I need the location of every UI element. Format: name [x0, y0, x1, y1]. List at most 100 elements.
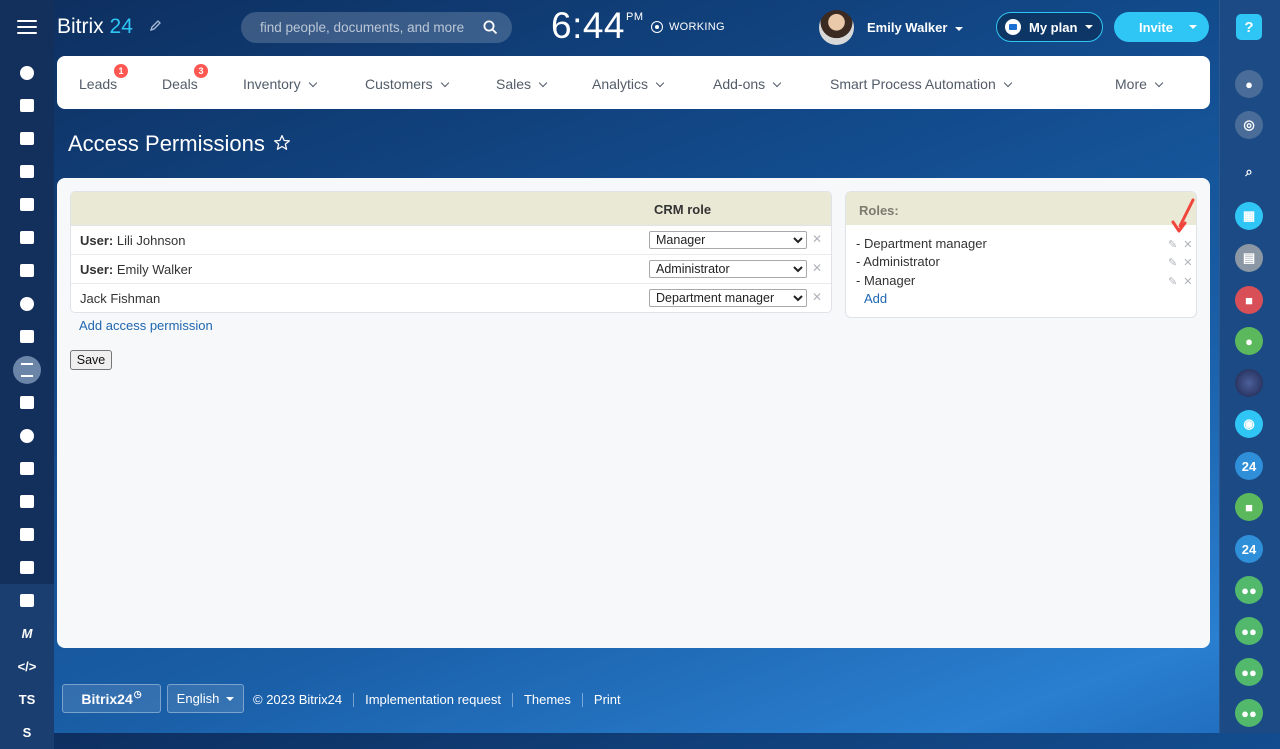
- search-icon[interactable]: [483, 20, 498, 35]
- calendar-icon[interactable]: ▦: [1235, 202, 1263, 230]
- calendar-icon: [20, 165, 34, 178]
- avatar[interactable]: [819, 10, 854, 45]
- sidebar-item-crm[interactable]: [0, 353, 54, 386]
- sidebar-item-bot[interactable]: [0, 551, 54, 584]
- tab-customers[interactable]: Customers: [365, 76, 449, 92]
- add-access-permission-link[interactable]: Add access permission: [79, 318, 213, 333]
- sidebar-item-drive[interactable]: [0, 221, 54, 254]
- implementation-request-link[interactable]: Implementation request: [365, 692, 501, 707]
- search-icon[interactable]: ⌕: [1235, 158, 1263, 186]
- tab-add-ons[interactable]: Add-ons: [713, 76, 782, 92]
- table-header: CRM role: [71, 192, 831, 226]
- tab-inventory[interactable]: Inventory: [243, 76, 317, 92]
- column-header-crm-role: CRM role: [654, 202, 712, 217]
- sidebar-item-groups[interactable]: [0, 287, 54, 320]
- bitrix24-chat[interactable]: 24: [1235, 452, 1263, 480]
- permissions-table: CRM role User: Lili Johnson Manager ✕ Us…: [70, 191, 832, 313]
- bell-icon[interactable]: ●: [1235, 70, 1263, 98]
- delete-icon[interactable]: ✕: [1183, 256, 1192, 269]
- lock-green-icon[interactable]: ■: [1235, 493, 1263, 521]
- work-status[interactable]: WORKING: [651, 21, 725, 33]
- language-label: English: [176, 691, 220, 706]
- tab-leads[interactable]: Leads 1: [79, 64, 128, 92]
- search-box[interactable]: [241, 12, 512, 43]
- crm-top-nav: Leads 1 Deals 3 Inventory Customers Sales …: [57, 56, 1210, 109]
- delete-icon[interactable]: ✕: [1183, 238, 1192, 251]
- bitrix24-chat-2[interactable]: 24: [1235, 535, 1263, 563]
- sidebar-item-mail[interactable]: [0, 254, 54, 287]
- delete-icon[interactable]: ✕: [812, 290, 822, 304]
- user-menu[interactable]: Emily Walker: [867, 20, 964, 35]
- copyright-text: © 2023 Bitrix24: [253, 692, 343, 707]
- counter-badge: 3: [194, 64, 208, 78]
- tab-smart-process-automation[interactable]: Smart Process Automation: [830, 76, 1012, 92]
- document-icon: [20, 198, 34, 211]
- tab-analytics[interactable]: Analytics: [592, 76, 665, 92]
- tab-deals[interactable]: Deals 3: [162, 64, 208, 92]
- role-select[interactable]: Administrator: [649, 260, 807, 278]
- drive-icon: [20, 231, 34, 244]
- invite-button[interactable]: Invite: [1114, 12, 1209, 42]
- roles-header: Roles:: [846, 192, 1196, 225]
- sidebar-item-sign[interactable]: [0, 485, 54, 518]
- group-avatar-icon[interactable]: [1235, 369, 1263, 397]
- sidebar-item-calendar[interactable]: [0, 155, 54, 188]
- chevron-down-icon[interactable]: [1189, 25, 1197, 29]
- permission-subject: Jack Fishman: [80, 291, 160, 306]
- messenger-icon[interactable]: ◎: [1235, 111, 1263, 139]
- search-input[interactable]: [258, 19, 477, 36]
- pencil-icon[interactable]: ✎: [1168, 238, 1177, 251]
- help-button[interactable]: ?: [1236, 14, 1262, 40]
- sidebar-item-contacts[interactable]: [0, 518, 54, 551]
- user-icon[interactable]: ●: [1235, 327, 1263, 355]
- themes-link[interactable]: Themes: [524, 692, 571, 707]
- sidebar-item-feed[interactable]: [0, 56, 54, 89]
- pencil-icon[interactable]: ✎: [1168, 275, 1177, 288]
- role-actions: ✎ ✕: [1168, 238, 1192, 251]
- permission-subject: User: Lili Johnson: [80, 233, 186, 248]
- role-item: - Manager: [856, 273, 916, 288]
- logo[interactable]: Bitrix 24: [57, 15, 133, 39]
- menu-icon[interactable]: [17, 20, 37, 36]
- role-select[interactable]: Manager: [649, 231, 807, 249]
- chat-icon: [20, 132, 34, 145]
- sidebar-item-developer[interactable]: </>: [0, 650, 54, 683]
- save-button[interactable]: Save: [70, 350, 112, 370]
- print-link[interactable]: Print: [594, 692, 621, 707]
- delete-icon[interactable]: ✕: [1183, 275, 1192, 288]
- star-icon[interactable]: [273, 134, 291, 152]
- sidebar-item-marketing[interactable]: [0, 419, 54, 452]
- language-select[interactable]: English: [167, 684, 244, 713]
- sidebar-item-documents[interactable]: [0, 188, 54, 221]
- sidebar-item-shop[interactable]: [0, 452, 54, 485]
- contact-card-icon[interactable]: ▤: [1235, 244, 1263, 272]
- sidebar-item-tasks[interactable]: [0, 320, 54, 353]
- pencil-icon[interactable]: ✎: [1168, 256, 1177, 269]
- tab-label: Leads: [79, 76, 118, 92]
- sidebar-item-inventory[interactable]: [0, 584, 54, 617]
- clock[interactable]: 6:44PM: [551, 5, 644, 47]
- tab-sales[interactable]: Sales: [496, 76, 548, 92]
- sidebar-item-apps[interactable]: M: [0, 617, 54, 650]
- delete-icon[interactable]: ✕: [812, 261, 822, 275]
- chat-group-icon[interactable]: ◉: [1235, 410, 1263, 438]
- sidebar-item-chat[interactable]: [0, 122, 54, 155]
- add-role-link[interactable]: Add: [864, 291, 887, 306]
- users-icon[interactable]: ●●: [1235, 658, 1263, 686]
- sidebar-item-tasks-board[interactable]: [0, 89, 54, 122]
- pencil-icon[interactable]: [150, 19, 162, 31]
- sidebar-item-sites[interactable]: [0, 386, 54, 419]
- lock-icon[interactable]: ■: [1235, 286, 1263, 314]
- my-plan-button[interactable]: My plan: [996, 12, 1103, 42]
- users-icon[interactable]: ●●: [1235, 576, 1263, 604]
- users-icon[interactable]: ●●: [1235, 699, 1263, 727]
- users-icon[interactable]: ●●: [1235, 617, 1263, 645]
- apps-icon: M: [21, 626, 33, 641]
- role-select[interactable]: Department manager: [649, 289, 807, 307]
- footer-logo-button[interactable]: Bitrix24 ◷: [62, 684, 161, 713]
- delete-icon[interactable]: ✕: [812, 232, 822, 246]
- sidebar-item-ts[interactable]: TS: [0, 683, 54, 716]
- chevron-down-icon: [538, 78, 548, 88]
- tab-more[interactable]: More: [1115, 76, 1164, 92]
- role-item: - Department manager: [856, 236, 987, 251]
